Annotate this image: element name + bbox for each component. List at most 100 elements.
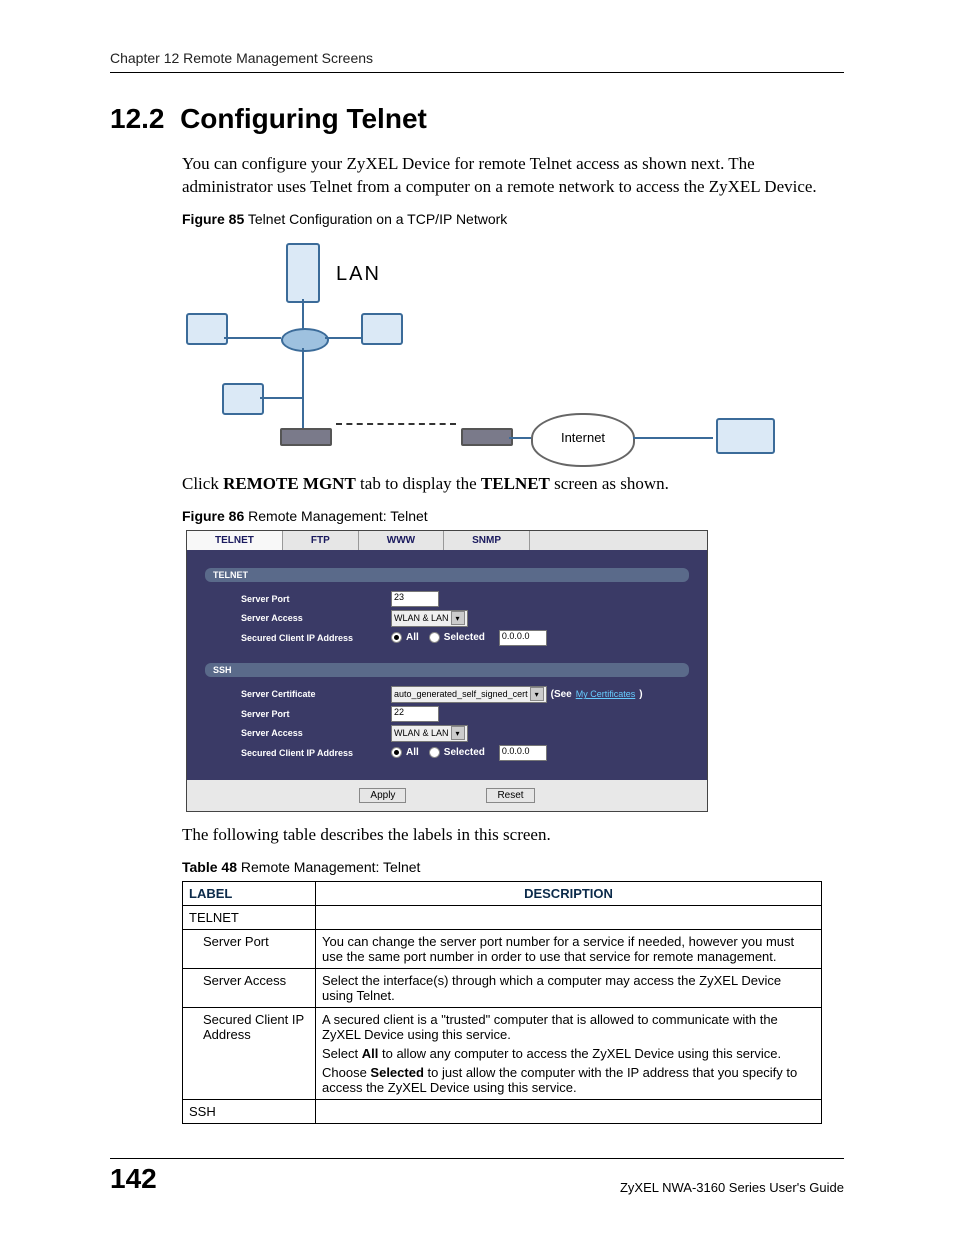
network-line [260,397,302,399]
lan-label: LAN [336,263,381,286]
tab-bar: TELNET FTP WWW SNMP [187,531,707,550]
network-line [302,348,304,403]
radio-all[interactable] [391,632,402,643]
page-number: 142 [110,1163,157,1195]
text: to allow any computer to access the ZyXE… [378,1046,781,1061]
input-ssh-secured-ip[interactable]: 0.0.0.0 [499,745,547,761]
radio-all-label: All [406,632,419,643]
telnet-panel: TELNET Server Port 23 Server Access WLAN… [187,550,707,780]
cell-desc [316,1099,822,1123]
table48-caption: Table 48 Remote Management: Telnet [182,859,844,875]
label-server-port: Server Port [241,594,391,604]
internet-cloud-icon: Internet [531,413,635,467]
table48: LABEL DESCRIPTION TELNET Server Port You… [182,881,822,1124]
ssh-section-header: SSH [205,663,689,677]
label-secured-ip: Secured Client IP Address [241,633,391,643]
pc-icon [222,383,264,415]
radio-all[interactable] [391,747,402,758]
section-number: 12.2 [110,103,165,134]
label-server-port: Server Port [241,709,391,719]
table-row: Secured Client IP Address A secured clie… [183,1007,822,1099]
gateway-icon [461,428,513,446]
section-title: Configuring Telnet [180,103,427,134]
input-secured-ip[interactable]: 0.0.0.0 [499,630,547,646]
tab-telnet[interactable]: TELNET [187,531,283,550]
pc-icon [361,313,403,345]
chevron-down-icon: ▾ [451,611,465,625]
label-secured-ip: Secured Client IP Address [241,748,391,758]
bold-selected: Selected [370,1065,423,1080]
section-heading: 12.2 Configuring Telnet [110,103,844,135]
text: Choose [322,1065,370,1080]
table48-caption-text: Remote Management: Telnet [237,859,420,875]
figure86-caption-text: Remote Management: Telnet [244,508,427,524]
intro-paragraph: You can configure your ZyXEL Device for … [182,153,844,199]
chevron-down-icon: ▾ [530,687,544,701]
click-instruction: Click REMOTE MGNT tab to display the TEL… [182,473,844,496]
cell-label: SSH [183,1099,316,1123]
text: Select [322,1046,362,1061]
desc-p1: A secured client is a "trusted" computer… [322,1012,815,1042]
apply-button[interactable]: Apply [359,788,406,803]
row-ssh-access: Server Access WLAN & LAN▾ [241,725,689,742]
link-my-certificates[interactable]: My Certificates [576,689,636,699]
select-value: WLAN & LAN [394,728,449,738]
cell-label: Server Port [183,929,316,968]
table-row: TELNET [183,905,822,929]
row-server-access: Server Access WLAN & LAN▾ [241,610,689,627]
see-close: ) [639,689,642,700]
hub-icon [281,328,329,352]
cell-desc: A secured client is a "trusted" computer… [316,1007,822,1099]
figure85-caption-text: Telnet Configuration on a TCP/IP Network [244,211,507,227]
radio-all-label: All [406,747,419,758]
network-line [302,299,304,329]
row-server-port: Server Port 23 [241,591,689,607]
select-server-access[interactable]: WLAN & LAN▾ [391,610,468,627]
select-value: WLAN & LAN [394,613,449,623]
see-text: (See [551,689,572,700]
tab-snmp[interactable]: SNMP [444,531,530,550]
radio-selected[interactable] [429,632,440,643]
figure86-caption: Figure 86 Remote Management: Telnet [182,508,844,524]
table-intro: The following table describes the labels… [182,824,844,847]
select-server-cert[interactable]: auto_generated_self_signed_cert▾ [391,686,547,703]
network-line [224,337,281,339]
input-ssh-port[interactable]: 22 [391,706,439,722]
footer-guide-text: ZyXEL NWA-3160 Series User's Guide [620,1180,844,1195]
input-telnet-port[interactable]: 23 [391,591,439,607]
network-line [633,437,713,439]
network-line [302,403,304,428]
row-secured-ip: Secured Client IP Address All Selected 0… [241,630,689,646]
server-icon [286,243,320,303]
select-ssh-access[interactable]: WLAN & LAN▾ [391,725,468,742]
table-row: SSH [183,1099,822,1123]
text: screen as shown. [550,474,669,493]
radio-selected[interactable] [429,747,440,758]
label-server-access: Server Access [241,728,391,738]
figure85-diagram: LAN Internet [186,233,806,473]
page-footer: 142 ZyXEL NWA-3160 Series User's Guide [110,1158,844,1195]
th-description: DESCRIPTION [316,881,822,905]
desc-p3: Choose Selected to just allow the comput… [322,1065,815,1095]
pc-icon [186,313,228,345]
cell-label: TELNET [183,905,316,929]
cell-label: Server Access [183,968,316,1007]
tab-www[interactable]: WWW [359,531,444,550]
label-server-cert: Server Certificate [241,689,391,699]
figure86-caption-bold: Figure 86 [182,508,244,524]
radio-selected-label: Selected [444,632,485,643]
tab-ftp[interactable]: FTP [283,531,359,550]
cell-label: Secured Client IP Address [183,1007,316,1099]
table-header-row: LABEL DESCRIPTION [183,881,822,905]
label-server-access: Server Access [241,613,391,623]
select-value: auto_generated_self_signed_cert [394,689,528,699]
cell-desc [316,905,822,929]
network-line [325,337,361,339]
telnet-section-header: TELNET [205,568,689,582]
reset-button[interactable]: Reset [486,788,534,803]
row-server-cert: Server Certificate auto_generated_self_s… [241,686,689,703]
laptop-icon [716,418,775,454]
figure85-caption: Figure 85 Telnet Configuration on a TCP/… [182,211,844,227]
telnet-bold: TELNET [481,474,550,493]
remote-mgnt-bold: REMOTE MGNT [223,474,356,493]
